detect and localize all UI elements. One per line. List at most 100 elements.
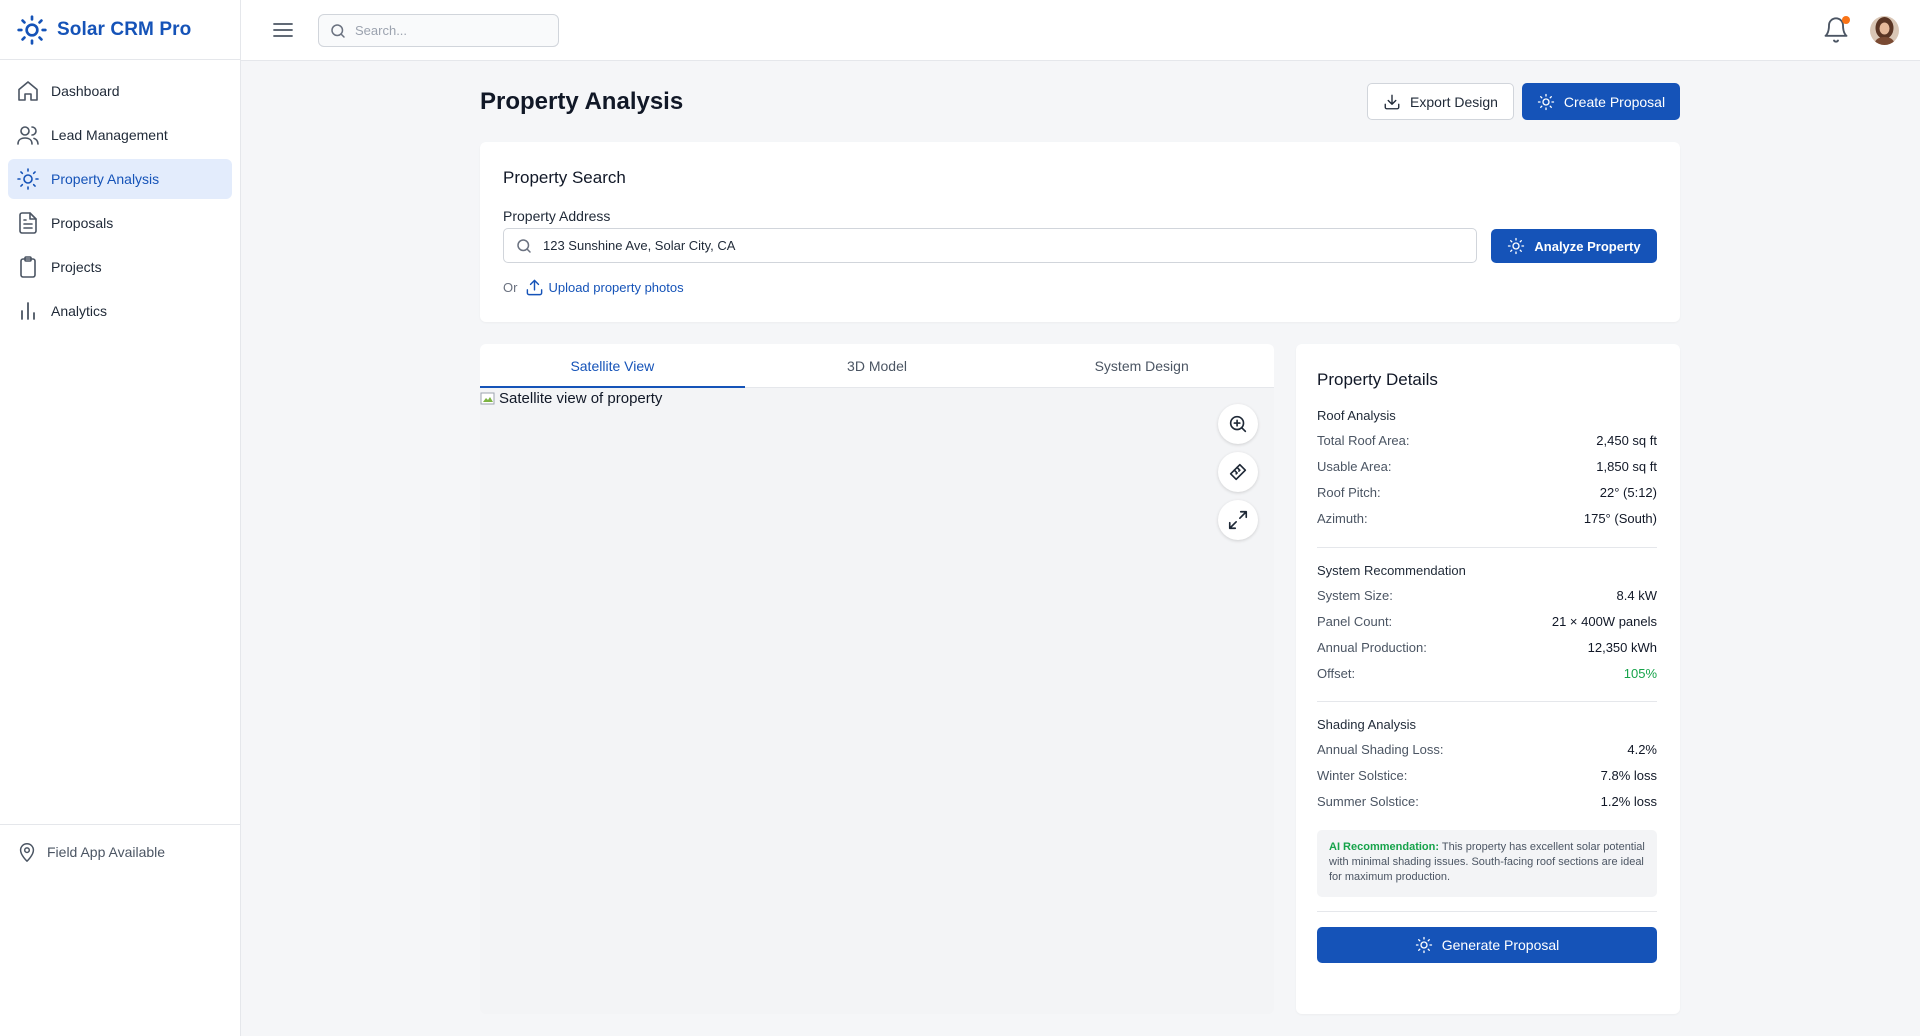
user-avatar[interactable] bbox=[1870, 16, 1899, 45]
upload-icon bbox=[527, 279, 543, 296]
detail-key: Annual Production: bbox=[1317, 639, 1427, 655]
app-name: Solar CRM Pro bbox=[57, 18, 192, 40]
generate-proposal-label: Generate Proposal bbox=[1441, 937, 1560, 953]
detail-key: Roof Pitch: bbox=[1317, 484, 1381, 500]
roof-analysis-section: Roof Analysis Total Roof Area: 2,450 sq f… bbox=[1317, 408, 1657, 531]
analyze-property-button[interactable]: Analyze Property bbox=[1491, 229, 1657, 263]
detail-key: Summer Solstice: bbox=[1317, 793, 1419, 809]
field-app-link[interactable]: Field App Available bbox=[0, 825, 240, 863]
detail-value: 12,350 kWh bbox=[1587, 639, 1657, 655]
section-divider bbox=[1317, 701, 1657, 702]
measure-button[interactable] bbox=[1218, 452, 1258, 492]
tab-satellite-view[interactable]: Satellite View bbox=[480, 344, 745, 388]
sidebar-item-lead-management[interactable]: Lead Management bbox=[8, 115, 232, 155]
brand[interactable]: Solar CRM Pro bbox=[0, 0, 240, 60]
detail-value: 2,450 sq ft bbox=[1596, 432, 1657, 448]
detail-row: Roof Pitch: 22° (5:12) bbox=[1317, 479, 1657, 505]
upload-photos-link[interactable]: Upload property photos bbox=[525, 278, 684, 297]
detail-value: 22° (5:12) bbox=[1599, 484, 1657, 500]
avatar-image bbox=[1870, 16, 1899, 45]
sidebar-item-label: Analytics bbox=[51, 303, 108, 319]
search-icon bbox=[517, 238, 531, 253]
sun-logo-icon bbox=[17, 14, 47, 45]
export-design-button[interactable]: Export Design bbox=[1367, 83, 1514, 120]
clipboard-icon bbox=[20, 256, 36, 278]
tab-system-design[interactable]: System Design bbox=[1009, 344, 1274, 387]
property-search-card: Property Search Property Address Analyze… bbox=[480, 142, 1680, 322]
detail-key: Offset: bbox=[1317, 665, 1356, 681]
section-title: Shading Analysis bbox=[1317, 717, 1417, 732]
document-icon bbox=[19, 212, 37, 234]
sidebar-item-property-analysis[interactable]: Property Analysis bbox=[8, 159, 232, 199]
sidebar: Solar CRM Pro Dashboard Lead Management … bbox=[0, 0, 241, 1036]
detail-value: 1.2% loss bbox=[1600, 793, 1657, 809]
home-icon bbox=[18, 81, 38, 101]
sidebar-item-analytics[interactable]: Analytics bbox=[8, 291, 232, 331]
fullscreen-button[interactable] bbox=[1218, 500, 1258, 540]
detail-key: Azimuth: bbox=[1317, 510, 1368, 526]
detail-key: Winter Solstice: bbox=[1317, 767, 1408, 783]
detail-value: 8.4 kW bbox=[1616, 587, 1657, 603]
users-icon bbox=[17, 126, 39, 145]
export-design-label: Export Design bbox=[1410, 93, 1498, 110]
section-title: Roof Analysis bbox=[1317, 408, 1396, 423]
detail-row: Annual Production: 12,350 kWh bbox=[1317, 634, 1657, 660]
notification-dot bbox=[1842, 16, 1850, 24]
sidebar-item-projects[interactable]: Projects bbox=[8, 247, 232, 287]
property-address-input[interactable] bbox=[543, 238, 1443, 253]
detail-key: System Size: bbox=[1317, 587, 1393, 603]
section-divider bbox=[1317, 547, 1657, 548]
section-divider bbox=[1317, 911, 1657, 912]
upload-row: Or Upload property photos bbox=[503, 278, 684, 297]
bar-chart-icon bbox=[21, 302, 35, 320]
sidebar-footer: Field App Available bbox=[0, 824, 240, 1036]
or-text: Or bbox=[503, 280, 518, 295]
hamburger-menu-icon[interactable] bbox=[271, 18, 295, 42]
detail-row: Offset: 105% bbox=[1317, 660, 1657, 686]
ai-recommendation-label: AI Recommendation: bbox=[1329, 841, 1440, 853]
property-search-title: Property Search bbox=[503, 168, 626, 187]
zoom-in-button[interactable] bbox=[1218, 404, 1258, 444]
sidebar-item-label: Projects bbox=[51, 259, 102, 275]
notifications-button[interactable] bbox=[1822, 16, 1850, 44]
detail-value: 1,850 sq ft bbox=[1596, 458, 1657, 474]
viewer-tabs: Satellite View 3D Model System Design bbox=[480, 344, 1274, 388]
detail-row: Total Roof Area: 2,450 sq ft bbox=[1317, 427, 1657, 453]
sun-icon bbox=[17, 168, 39, 190]
sidebar-item-label: Proposals bbox=[51, 215, 114, 231]
tab-3d-model[interactable]: 3D Model bbox=[745, 344, 1010, 387]
search-input[interactable] bbox=[355, 23, 545, 38]
detail-key: Panel Count: bbox=[1317, 613, 1393, 629]
detail-value: 7.8% loss bbox=[1600, 767, 1657, 783]
detail-row: Summer Solstice: 1.2% loss bbox=[1317, 788, 1657, 814]
detail-row: Winter Solstice: 7.8% loss bbox=[1317, 762, 1657, 788]
detail-row: Panel Count: 21 × 400W panels bbox=[1317, 608, 1657, 634]
ai-recommendation: AI Recommendation: This property has exc… bbox=[1317, 830, 1657, 897]
detail-value: 21 × 400W panels bbox=[1551, 613, 1657, 629]
sidebar-item-label: Property Analysis bbox=[51, 171, 160, 187]
section-title: System Recommendation bbox=[1317, 563, 1466, 578]
detail-key: Usable Area: bbox=[1317, 458, 1392, 474]
sidebar-nav: Dashboard Lead Management Property Analy… bbox=[0, 60, 240, 331]
analyze-property-label: Analyze Property bbox=[1534, 238, 1641, 254]
property-address-label: Property Address bbox=[503, 208, 611, 224]
sun-icon bbox=[1508, 237, 1525, 255]
detail-key: Annual Shading Loss: bbox=[1317, 741, 1444, 757]
detail-row: Usable Area: 1,850 sq ft bbox=[1317, 453, 1657, 479]
detail-row: System Size: 8.4 kW bbox=[1317, 582, 1657, 608]
map-pin-icon bbox=[19, 843, 35, 862]
sidebar-item-label: Dashboard bbox=[51, 83, 120, 99]
system-recommendation-section: System Recommendation System Size: 8.4 kW… bbox=[1317, 563, 1657, 686]
offset-value: 105% bbox=[1623, 665, 1657, 681]
ruler-icon bbox=[1229, 463, 1247, 481]
property-details-title: Property Details bbox=[1317, 370, 1438, 389]
property-details-card: Property Details Roof Analysis Total Roo… bbox=[1296, 344, 1680, 1014]
create-proposal-button[interactable]: Create Proposal bbox=[1522, 83, 1680, 120]
sidebar-item-proposals[interactable]: Proposals bbox=[8, 203, 232, 243]
search-icon bbox=[331, 23, 345, 38]
sidebar-item-dashboard[interactable]: Dashboard bbox=[8, 71, 232, 111]
global-search bbox=[318, 14, 559, 47]
detail-row: Annual Shading Loss: 4.2% bbox=[1317, 736, 1657, 762]
property-viewer: Satellite View 3D Model System Design Sa… bbox=[480, 344, 1274, 1014]
generate-proposal-button[interactable]: Generate Proposal bbox=[1317, 927, 1657, 963]
